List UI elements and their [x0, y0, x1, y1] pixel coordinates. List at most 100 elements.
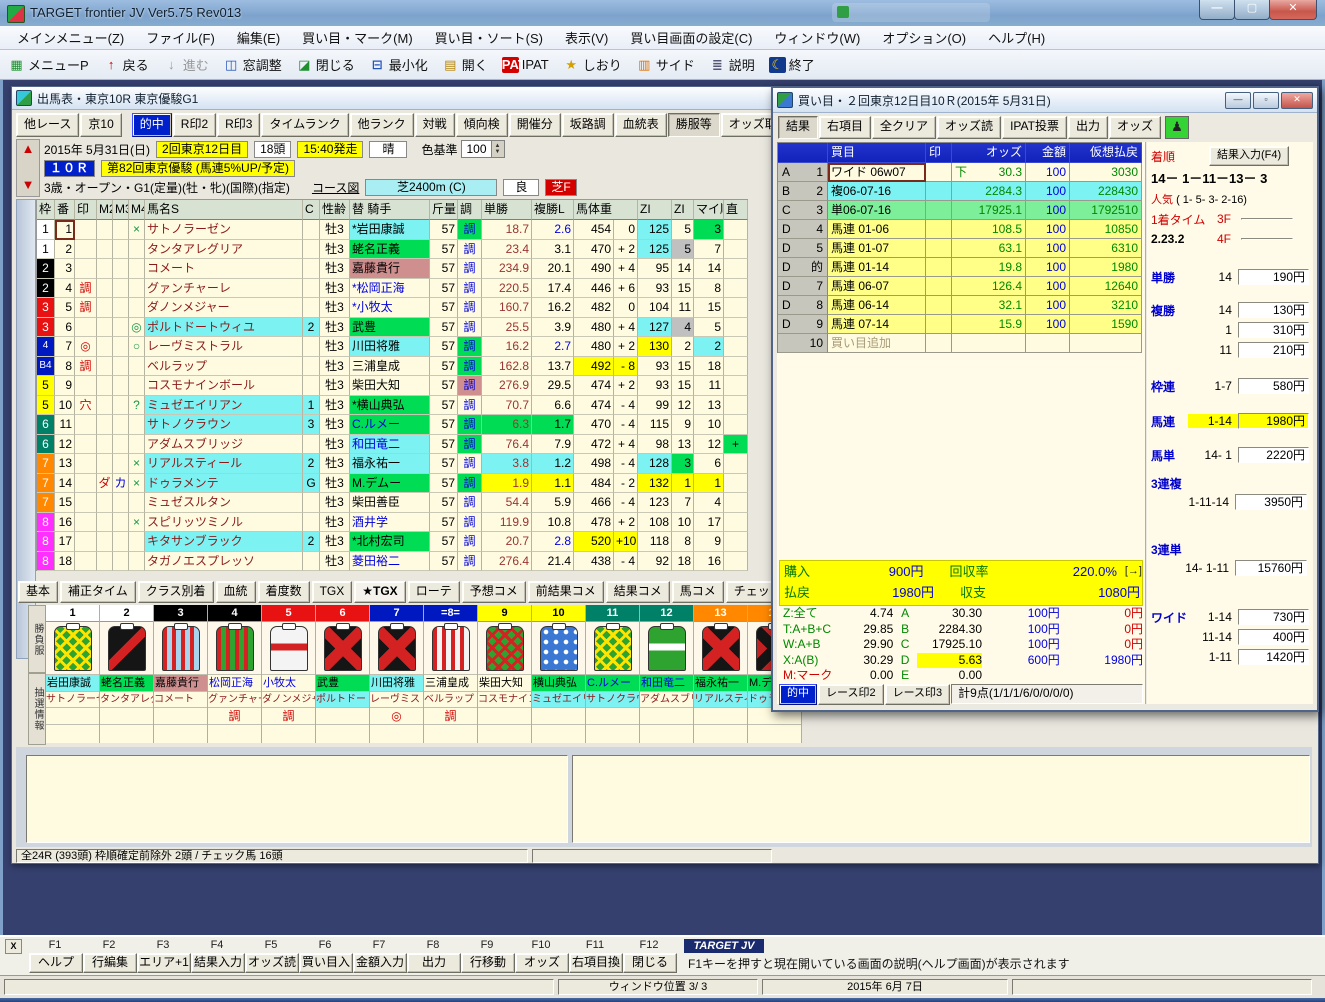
silk-column[interactable]: 4 松岡正海グァンチャーレ調	[208, 605, 262, 743]
bet-toolbar-button-1[interactable]: 右項目	[819, 115, 872, 139]
bet-toolbar-button-2[interactable]: 全クリア	[872, 115, 937, 139]
toolbar-button-10[interactable]: ≣ 説明	[709, 55, 755, 74]
table-row[interactable]: 6 12 アダムスブリッジ 牡3 和田竜二 57 調 76.4 7.9 472 + 4 98 13 12 +	[37, 434, 748, 454]
race-nav-column[interactable]: ▲ ▮ ▼	[16, 139, 40, 197]
person-icon[interactable]: ♟	[1165, 115, 1189, 139]
menu-item-1[interactable]: ファイル(F)	[135, 26, 226, 49]
racecard-bottom-tab-0[interactable]: 基本	[18, 581, 59, 603]
table-row[interactable]: 1 2 タンタアレグリア 牡3 蛯名正義 57 調 23.4 3.1 470 + 2 125 5 7	[37, 239, 748, 259]
toolbar-button-9[interactable]: ▥ サイド	[636, 55, 695, 74]
table-row[interactable]: 7 14 ダカ × ドゥラメンテ G 牡3 M.デムー 57 調 1.9 1.1 484- 2 132 1 1	[37, 473, 748, 493]
silk-column[interactable]: 11 C.ルメーサトノクラウン	[586, 605, 640, 743]
racecard-tab-1[interactable]: 京10	[80, 113, 122, 137]
return-rate-arrow[interactable]: [→]	[1117, 561, 1142, 582]
racecard-tab-7[interactable]: 対戦	[414, 113, 455, 137]
table-row[interactable]: 2 4 調グァンチャーレ 牡3 *松岡正海 57 調 220.5 17.4 446 + 6 93 15 8	[37, 278, 748, 298]
bet-row[interactable]: D 5 馬連 01-07 63.1 100 6310	[778, 239, 1142, 258]
racecard-tab-3[interactable]: R印2	[172, 113, 217, 137]
bet-row[interactable]: C 3 単06-07-16 17925.1 100 1792510	[778, 201, 1142, 220]
bet-row[interactable]: D 4 馬連 01-06 108.5 100 10850	[778, 220, 1142, 239]
fkey-button-F3[interactable]: エリア+1	[137, 953, 191, 973]
bet-row[interactable]: D 7 馬連 06-07 126.4 100 12640	[778, 277, 1142, 296]
toolbar-button-5[interactable]: ⊟ 最小化	[369, 55, 428, 74]
menu-item-4[interactable]: 買い目・ソート(S)	[424, 26, 554, 49]
toolbar-button-11[interactable]: ☾ 終了	[768, 55, 815, 74]
racecard-tab-10[interactable]: 坂路調	[561, 113, 614, 137]
fkey-button-F10[interactable]: オッズ	[515, 953, 569, 973]
menu-item-0[interactable]: メインメニュー(Z)	[6, 26, 135, 49]
silk-column[interactable]: 6 武豊ポルトドート	[316, 605, 370, 743]
bet-toolbar-button-3[interactable]: オッズ読	[937, 115, 1002, 139]
silk-column[interactable]: 1 岩田康誠サトノラーゼ	[46, 605, 100, 743]
fkey-button-F1[interactable]: ヘルプ	[29, 953, 83, 973]
bet-restore-button[interactable]: ▫	[1253, 91, 1279, 109]
table-row[interactable]: 3 6 ◎ ポルトドートウィユ 2 牡3 武豊 57 調 25.5 3.9 480 + 4 127 4 5	[37, 317, 748, 337]
bet-close-button[interactable]: ✕	[1281, 91, 1313, 109]
race-prev-arrow-icon[interactable]: ▲	[17, 140, 39, 158]
toolbar-button-1[interactable]: ↑ 戻る	[103, 55, 149, 74]
silk-column[interactable]: 12 和田竜二アダムスブリッ	[640, 605, 694, 743]
menu-item-5[interactable]: 表示(V)	[554, 26, 619, 49]
bet-toolbar-button-4[interactable]: IPAT投票	[1002, 115, 1067, 139]
fkey-button-F8[interactable]: 出力	[407, 953, 461, 973]
menu-item-8[interactable]: オプション(O)	[871, 26, 977, 49]
silk-column[interactable]: 3 嘉藤貴行 コメート	[154, 605, 208, 743]
toolbar-button-7[interactable]: PAT IPAT	[501, 56, 549, 73]
menu-item-9[interactable]: ヘルプ(H)	[977, 26, 1056, 49]
racecard-bottom-tab-11[interactable]: 馬コメ	[671, 581, 724, 603]
bet-tab-1[interactable]: レース印2	[818, 684, 884, 705]
comment-panel-right[interactable]	[572, 755, 1310, 843]
racecard-bottom-tab-9[interactable]: 前結果コメ	[527, 581, 604, 603]
fnbar-close-button[interactable]: X	[5, 939, 22, 954]
table-row[interactable]: 4 7 ◎ ○ レーヴミストラル 牡3 川田将雅 57 調 16.2 2.7 480 + 2 130 2 2	[37, 337, 748, 357]
bet-titlebar[interactable]: 買い目・２回東京12日目10Ｒ(2015年 5月31日) — ▫ ✕	[773, 88, 1317, 113]
course-map-link[interactable]: コース図	[312, 179, 359, 196]
table-row[interactable]: B4 8 調ベルラップ 牡3 三浦皇成 57 調 162.8 13.7 492- 8 93 15 18	[37, 356, 748, 376]
table-row[interactable]: 7 13 × リアルスティール 2 牡3 福永祐一 57 調 3.8 1.2 498- 4 128 3 6	[37, 454, 748, 474]
silk-column[interactable]: 5 小牧太ダノンメジャ調	[262, 605, 316, 743]
racecard-tab-12[interactable]: 勝服等	[667, 113, 720, 137]
fkey-button-F11[interactable]: 右項目換	[569, 953, 623, 973]
bet-row[interactable]: D 9 馬連 07-14 15.9 100 1590	[778, 315, 1142, 334]
toolbar-button-6[interactable]: ▤ 開く	[442, 55, 488, 74]
racecard-tab-6[interactable]: 他ランク	[349, 113, 414, 137]
racecard-bottom-tab-4[interactable]: 着度数	[257, 581, 310, 603]
bet-toolbar-button-6[interactable]: オッズ	[1108, 115, 1161, 139]
minimize-button[interactable]: —	[1199, 0, 1235, 20]
silk-column[interactable]: 7 川田将雅レーヴミスト◎	[370, 605, 424, 743]
fkey-button-F7[interactable]: 金額入力	[353, 953, 407, 973]
menu-item-7[interactable]: ウィンドウ(W)	[763, 26, 871, 49]
silk-column[interactable]: 13 福永祐一リアルスティー	[694, 605, 748, 743]
racecard-bottom-tab-10[interactable]: 結果コメ	[605, 581, 670, 603]
bet-row[interactable]: A 1 ワイド 06w07 下 30.3 100 3030	[778, 163, 1142, 182]
table-row[interactable]: 7 15 ミュゼスルタン 牡3 柴田善臣 57 調 54.4 5.9 466- 4 123 7 4	[37, 493, 748, 513]
racecard-bottom-tab-5[interactable]: TGX	[311, 581, 353, 603]
bet-toolbar-button-5[interactable]: 出力	[1067, 115, 1108, 139]
silk-column[interactable]: 2 蛯名正義タンタアレグリ	[100, 605, 154, 743]
race-next-arrow-icon[interactable]: ▼	[17, 176, 39, 194]
result-input-button[interactable]: 結果入力(F4)	[1209, 146, 1290, 166]
table-row[interactable]: 8 17 キタサンブラック 2 牡3 *北村宏司 57 調 20.7 2.8 520 +10 118 8 9	[37, 532, 748, 552]
comment-panel-left[interactable]	[26, 755, 568, 843]
menu-item-2[interactable]: 編集(E)	[226, 26, 291, 49]
close-button[interactable]: ✕	[1269, 0, 1317, 20]
bet-row[interactable]: D 的馬連 01-14 19.8 100 1980	[778, 258, 1142, 277]
racecard-tab-0[interactable]: 他レース	[16, 113, 80, 137]
racecard-bottom-tab-7[interactable]: ローテ	[407, 581, 460, 603]
racecard-bottom-tab-2[interactable]: クラス別着	[137, 581, 214, 603]
toolbar-button-0[interactable]: ▦ メニューP	[8, 55, 88, 74]
racecard-bottom-tab-3[interactable]: 血統	[215, 581, 256, 603]
bet-row[interactable]: B 2 複06-07-16 2284.3 100 228430	[778, 182, 1142, 201]
bet-minimize-button[interactable]: —	[1225, 91, 1251, 109]
racecard-tab-2[interactable]: 的中	[131, 113, 172, 137]
table-row[interactable]: 1 1 × サトノラーゼン 牡3 *岩田康誠 57 調 18.7 2.6 454 0 125 5 3	[37, 220, 748, 240]
table-row[interactable]: 8 16 × スピリッツミノル 牡3 酒井学 57 調 119.9 10.8 478 + 2 108 10…	[37, 512, 748, 532]
table-row[interactable]: 5 9 コスモナインボール 牡3 柴田大知 57 調 276.9 29.5 474 + 2 93 15 1…	[37, 376, 748, 396]
table-row[interactable]: 5 10 穴? ミュゼエイリアン 1 牡3 *横山典弘 57 調 70.7 6.6 474- 4 99 1…	[37, 395, 748, 415]
racecard-tab-11[interactable]: 血統表	[614, 113, 667, 137]
maximize-button[interactable]: ▢	[1234, 0, 1270, 20]
fkey-button-F4[interactable]: 結果入力	[191, 953, 245, 973]
silk-column[interactable]: 9 柴田大知コスモナイン	[478, 605, 532, 743]
racecard-tab-8[interactable]: 傾向検	[455, 113, 508, 137]
spinner-arrows-icon[interactable]: ▲ ▼	[490, 141, 504, 157]
